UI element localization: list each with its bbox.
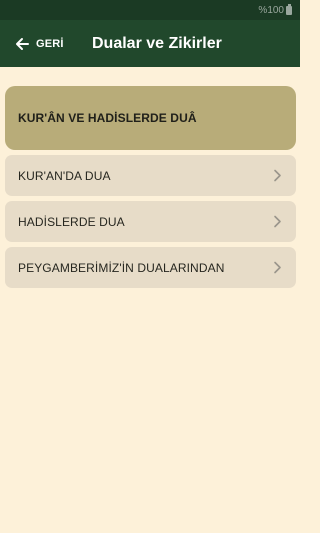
back-arrow-icon [16,37,29,50]
chevron-right-icon [274,169,281,182]
page-title: Dualar ve Zikirler [92,34,222,52]
back-label: GERİ [36,37,64,50]
menu-item-label: KUR'AN'DA DUA [18,168,111,183]
menu-item-peygamberimizin-dualarindan[interactable]: PEYGAMBERİMİZ'İN DUALARINDAN [5,247,296,288]
menu-item-label: PEYGAMBERİMİZ'İN DUALARINDAN [18,260,225,275]
battery-status: %100 [258,4,292,16]
menu-item-kuranda-dua[interactable]: KUR'AN'DA DUA [5,155,296,196]
status-bar: %100 [0,0,300,20]
back-button[interactable]: GERİ [0,20,64,67]
section-header-card: KUR'ÂN VE HADİSLERDE DUÂ [5,86,296,150]
section-header-title: KUR'ÂN VE HADİSLERDE DUÂ [18,111,197,125]
chevron-right-icon [274,261,281,274]
battery-percentage: %100 [258,4,284,16]
app-bar: GERİ Dualar ve Zikirler [0,20,300,67]
chevron-right-icon [274,215,281,228]
battery-icon [286,4,292,15]
menu-item-label: HADİSLERDE DUA [18,214,125,229]
menu-item-hadislerde-dua[interactable]: HADİSLERDE DUA [5,201,296,242]
